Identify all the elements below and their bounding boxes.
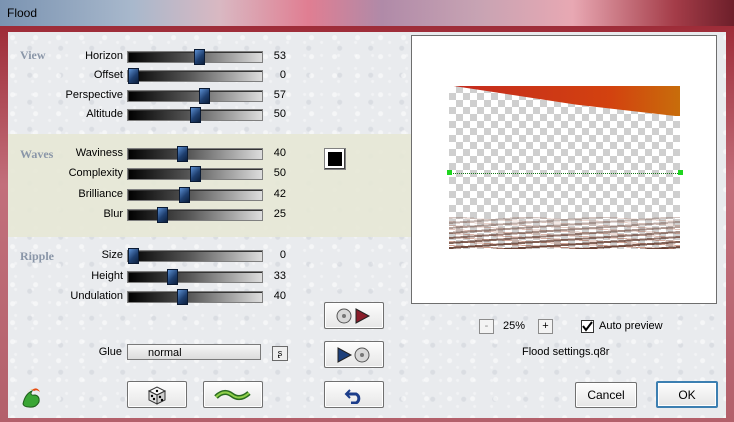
zoom-level: 25% <box>503 320 526 332</box>
offset-slider-thumb[interactable] <box>128 68 139 84</box>
size-value[interactable]: 0 <box>262 249 286 261</box>
checkmark-icon <box>582 321 593 332</box>
height-slider-thumb[interactable] <box>167 269 179 285</box>
blur-slider-thumb[interactable] <box>156 207 168 223</box>
undulation-label: Undulation <box>70 290 123 302</box>
auto-preview-checkbox[interactable] <box>581 320 594 333</box>
horizon-label: Horizon <box>85 50 123 62</box>
window-title: Flood <box>7 6 38 20</box>
undulation-value[interactable]: 40 <box>262 290 286 302</box>
wave-reset-icon <box>214 389 251 400</box>
reset-button[interactable] <box>203 381 263 408</box>
undo-icon <box>344 388 361 404</box>
height-slider[interactable] <box>127 269 263 285</box>
brilliance-label: Brilliance <box>78 188 123 200</box>
randomize-button[interactable] <box>127 381 187 408</box>
brilliance-slider-thumb[interactable] <box>179 187 191 203</box>
save-preset-icon <box>337 346 370 363</box>
undo-button[interactable] <box>324 381 384 408</box>
height-label: Height <box>91 270 123 282</box>
horizon-slider[interactable] <box>127 49 263 65</box>
complexity-slider[interactable] <box>127 166 263 182</box>
auto-preview-label: Auto preview <box>599 320 663 332</box>
dice-icon <box>147 385 167 405</box>
waviness-slider[interactable] <box>127 146 263 162</box>
blur-label: Blur <box>103 208 123 220</box>
horizon-handle-left[interactable] <box>447 170 452 175</box>
offset-label: Offset <box>93 69 123 81</box>
horizon-guide[interactable] <box>449 173 680 174</box>
size-slider-thumb[interactable] <box>128 248 139 264</box>
glue-menu-icon: ʂ <box>277 348 283 358</box>
complexity-label: Complexity <box>68 167 123 179</box>
blur-slider[interactable] <box>127 207 263 223</box>
load-preset-icon <box>336 307 371 324</box>
brilliance-value[interactable]: 42 <box>262 188 286 200</box>
glue-menu-button[interactable]: ʂ <box>272 346 288 361</box>
altitude-value[interactable]: 50 <box>262 108 286 120</box>
zoom-out-button[interactable]: - <box>479 319 494 334</box>
perspective-label: Perspective <box>65 89 123 101</box>
blur-value[interactable]: 25 <box>262 208 286 220</box>
perspective-slider-thumb[interactable] <box>199 88 211 104</box>
complexity-slider-thumb[interactable] <box>190 166 201 182</box>
waviness-value[interactable]: 40 <box>262 147 286 159</box>
load-preset-button[interactable] <box>324 302 384 329</box>
brilliance-slider[interactable] <box>127 187 263 203</box>
size-label: Size <box>101 249 123 261</box>
save-preset-button[interactable] <box>324 341 384 368</box>
size-slider[interactable] <box>127 248 263 264</box>
glue-select[interactable]: normal <box>127 344 261 360</box>
altitude-slider[interactable] <box>127 107 263 123</box>
altitude-label: Altitude <box>86 108 123 120</box>
offset-value[interactable]: 0 <box>262 69 286 81</box>
ok-button[interactable]: OK <box>656 381 718 408</box>
horizon-handle-right[interactable] <box>678 170 683 175</box>
color-fill <box>328 152 342 166</box>
glue-label: Glue <box>98 346 122 358</box>
waviness-slider-thumb[interactable] <box>176 146 188 162</box>
waviness-label: Waviness <box>75 147 123 159</box>
waves-color-swatch[interactable] <box>324 148 346 170</box>
flood-app-icon <box>20 386 44 410</box>
undulation-slider[interactable] <box>127 289 263 305</box>
height-value[interactable]: 33 <box>262 270 286 282</box>
flood-reflection <box>449 217 680 249</box>
altitude-slider-thumb[interactable] <box>190 107 201 123</box>
horizon-slider-thumb[interactable] <box>194 49 206 65</box>
complexity-value[interactable]: 50 <box>262 167 286 179</box>
undulation-slider-thumb[interactable] <box>176 289 188 305</box>
offset-slider[interactable] <box>127 68 263 84</box>
cancel-button[interactable]: Cancel <box>575 382 637 408</box>
zoom-in-button[interactable]: + <box>538 319 553 334</box>
title-bar: Flood <box>0 0 734 26</box>
preview-panel[interactable] <box>411 35 717 304</box>
settings-filename: Flood settings.q8r <box>522 346 610 358</box>
perspective-slider[interactable] <box>127 88 263 104</box>
perspective-value[interactable]: 57 <box>262 89 286 101</box>
horizon-value[interactable]: 53 <box>262 50 286 62</box>
